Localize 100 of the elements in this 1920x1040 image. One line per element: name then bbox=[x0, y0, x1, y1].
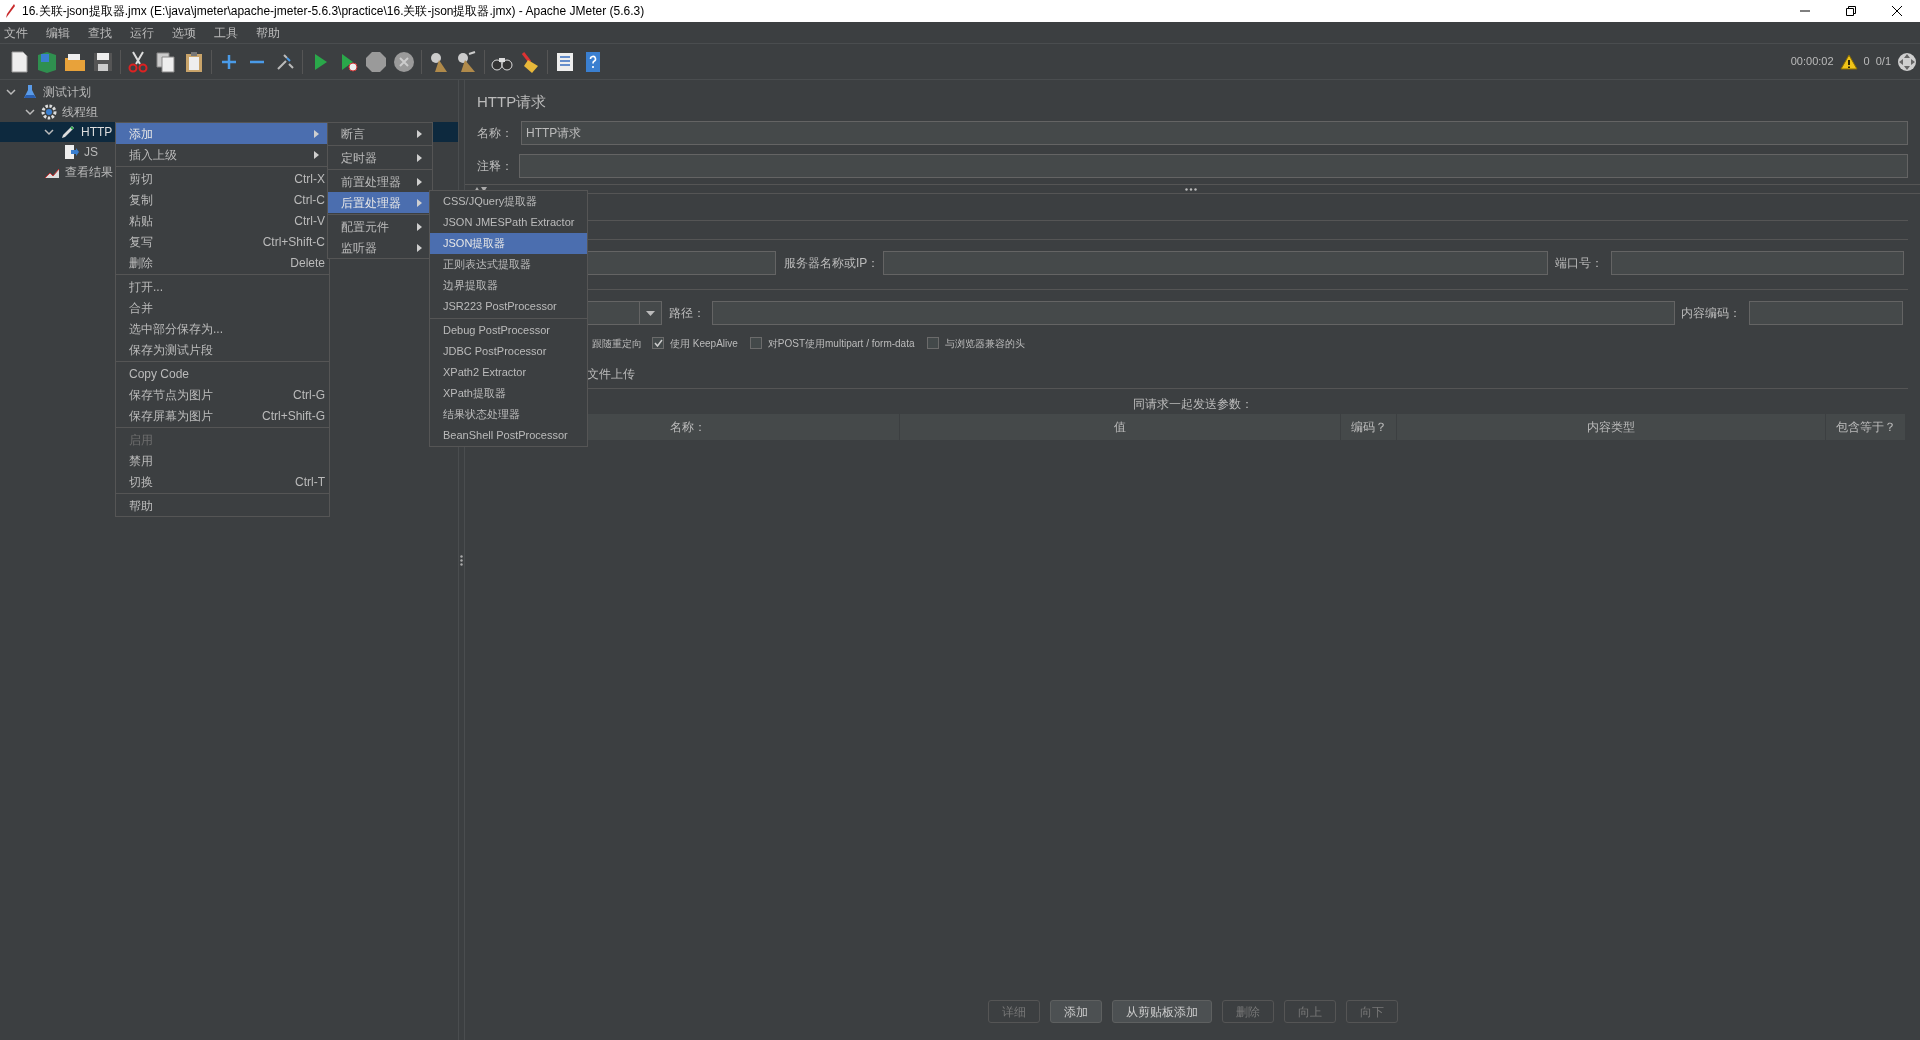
menu-item[interactable]: XPath提取器 bbox=[430, 383, 587, 404]
checkbox-label: 对POST使用multipart / form-data bbox=[767, 336, 915, 351]
column-header[interactable]: 内容类型 bbox=[1397, 414, 1826, 440]
gear-icon bbox=[41, 104, 57, 120]
document-arrow-icon bbox=[63, 144, 79, 160]
tree-item[interactable]: HTTP bbox=[81, 123, 113, 141]
submenu-arrow-icon bbox=[417, 243, 422, 252]
menu-item[interactable]: 文件 bbox=[4, 23, 28, 42]
window-title: 16.关联-json提取器.jmx (E:\java\jmeter\apache-jmeter-5.6.3\practice\16.关联-json提取器.jmx) - Apache JMeter (5.6.3) bbox=[22, 3, 645, 20]
submenu-arrow-icon bbox=[314, 129, 319, 138]
menu-item[interactable]: 正则表达式提取器 bbox=[430, 254, 587, 275]
action-button[interactable]: 添加 bbox=[1049, 1000, 1102, 1023]
menu-item[interactable]: 前置处理器 bbox=[328, 171, 432, 192]
menu-item[interactable]: CSS/JQuery提取器 bbox=[430, 191, 587, 212]
menu-item[interactable]: 打开... bbox=[116, 276, 329, 297]
text-field[interactable] bbox=[1749, 301, 1903, 325]
close-icon[interactable] bbox=[1892, 6, 1902, 16]
menu-item[interactable]: 断言 bbox=[328, 123, 432, 144]
submenu-arrow-icon bbox=[314, 150, 319, 159]
checkbox[interactable] bbox=[652, 337, 664, 349]
menu-item[interactable]: JSON提取器 bbox=[430, 233, 587, 254]
column-header[interactable]: 值 bbox=[900, 414, 1341, 440]
menu-item[interactable]: 监听器 bbox=[328, 237, 432, 258]
menu-item[interactable]: 帮助 bbox=[116, 495, 329, 516]
field-label: 内容编码： bbox=[1681, 305, 1742, 322]
menu-item[interactable]: 插入上级 bbox=[116, 144, 329, 165]
menu-item[interactable]: 保存为测试片段 bbox=[116, 339, 329, 360]
menu-item[interactable]: 保存节点为图片 Ctrl-G bbox=[116, 384, 329, 405]
menu-item[interactable]: 切换 Ctrl-T bbox=[116, 471, 329, 492]
menu-item[interactable]: 剪切 Ctrl-X bbox=[116, 168, 329, 189]
menu-item[interactable]: 选中部分保存为... bbox=[116, 318, 329, 339]
checkbox[interactable] bbox=[926, 337, 939, 349]
checkbox-label: 与浏览器兼容的头 bbox=[944, 336, 1025, 351]
close-circle-icon[interactable] bbox=[392, 49, 416, 74]
text-field[interactable] bbox=[1611, 251, 1904, 275]
menu-item[interactable]: 定时器 bbox=[328, 147, 432, 168]
menu-item[interactable]: 合并 bbox=[116, 297, 329, 318]
menu-item[interactable]: 禁用 bbox=[116, 450, 329, 471]
scissors-icon[interactable] bbox=[126, 49, 150, 74]
menu-item[interactable]: JSON JMESPath Extractor bbox=[430, 212, 587, 233]
tree-item[interactable]: 线程组 bbox=[62, 103, 98, 121]
submenu-arrow-icon bbox=[417, 129, 422, 138]
splitter-grip-icon[interactable] bbox=[460, 554, 463, 566]
caret-icon bbox=[646, 310, 655, 316]
menu-item[interactable]: 帮助 bbox=[256, 23, 280, 42]
pen-icon bbox=[60, 124, 76, 140]
chevron-down-icon[interactable] bbox=[44, 127, 54, 137]
warning-icon[interactable] bbox=[1839, 53, 1858, 70]
tree-item[interactable]: 测试计划 bbox=[43, 83, 91, 101]
menu-item[interactable]: 复写 Ctrl+Shift-C bbox=[116, 231, 329, 252]
menu-item[interactable]: 删除 Delete bbox=[116, 252, 329, 273]
column-header[interactable]: 包含等于？ bbox=[1826, 414, 1906, 440]
menu-item[interactable]: 运行 bbox=[130, 23, 154, 42]
thread-count: 0/1 bbox=[1875, 54, 1891, 70]
text-field[interactable]: HTTP请求 bbox=[521, 121, 1908, 145]
menu-item[interactable]: 添加 bbox=[116, 123, 329, 144]
field-label: 路径： bbox=[669, 305, 706, 322]
menu-item[interactable]: 粘贴 Ctrl-V bbox=[116, 210, 329, 231]
chevron-down-icon[interactable] bbox=[6, 87, 16, 97]
menu-item[interactable]: Debug PostProcessor bbox=[430, 320, 587, 341]
menu-item[interactable]: 查找 bbox=[88, 23, 112, 42]
column-header[interactable]: 编码？ bbox=[1341, 414, 1397, 440]
stop-icon[interactable] bbox=[364, 49, 388, 74]
menu-item[interactable]: 选项 bbox=[172, 23, 196, 42]
error-count: 0 bbox=[1863, 54, 1870, 70]
submenu-arrow-icon bbox=[417, 153, 422, 162]
field-label: 端口号： bbox=[1555, 255, 1604, 272]
feather-icon bbox=[4, 4, 16, 18]
menu-item[interactable]: 工具 bbox=[214, 23, 238, 42]
menu-item[interactable]: 后置处理器 bbox=[328, 192, 432, 213]
restore-icon[interactable] bbox=[1846, 6, 1856, 16]
text-field[interactable] bbox=[883, 251, 1548, 275]
menu-item[interactable]: 保存屏幕为图片 Ctrl+Shift-G bbox=[116, 405, 329, 426]
submenu-arrow-icon bbox=[417, 222, 422, 231]
menu-item[interactable]: 边界提取器 bbox=[430, 275, 587, 296]
menu-item[interactable]: 配置元件 bbox=[328, 216, 432, 237]
panel-title: HTTP请求 bbox=[477, 93, 547, 110]
menu-item[interactable]: XPath2 Extractor bbox=[430, 362, 587, 383]
flask-icon bbox=[22, 84, 38, 100]
text-field[interactable] bbox=[712, 301, 1675, 325]
menu-item[interactable]: 复制 Ctrl-C bbox=[116, 189, 329, 210]
menu-item[interactable]: JSR223 PostProcessor bbox=[430, 296, 587, 317]
more-icon[interactable] bbox=[1185, 187, 1197, 191]
table-caption: 同请求一起发送参数： bbox=[1132, 396, 1253, 413]
menu-item[interactable]: JDBC PostProcessor bbox=[430, 341, 587, 362]
text-field[interactable] bbox=[519, 154, 1908, 178]
copy-icon[interactable] bbox=[154, 49, 178, 74]
chevron-down-icon[interactable] bbox=[25, 107, 35, 117]
tree-item[interactable]: 查看结果 bbox=[65, 163, 113, 181]
field-label: 服务器名称或IP： bbox=[784, 255, 881, 272]
action-button[interactable]: 从剪贴板添加 bbox=[1111, 1000, 1212, 1023]
menu-item[interactable]: Copy Code bbox=[116, 363, 329, 384]
checkbox[interactable] bbox=[749, 337, 762, 349]
checkbox-label: 使用 KeepAlive bbox=[670, 336, 738, 351]
menu-item[interactable]: 编辑 bbox=[46, 23, 70, 42]
submenu-arrow-icon bbox=[417, 198, 422, 207]
field-label: 名称： bbox=[477, 125, 514, 142]
tree-item[interactable]: JS bbox=[84, 143, 98, 161]
checkbox-label: 跟随重定向 bbox=[592, 336, 642, 351]
tab[interactable]: 文件上传 bbox=[587, 365, 635, 383]
